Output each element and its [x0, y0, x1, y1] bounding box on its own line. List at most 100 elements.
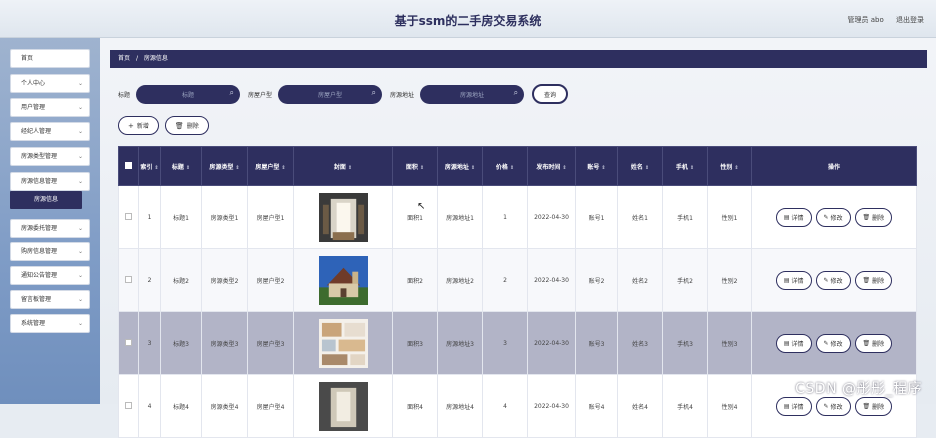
- sort-icon[interactable]: ⇕: [471, 165, 475, 171]
- cell-gender: 性别4: [707, 374, 752, 438]
- detail-button[interactable]: ▤ 详情: [775, 396, 812, 416]
- sort-icon[interactable]: ⇕: [348, 165, 352, 171]
- house-cover-image[interactable]: [318, 255, 368, 305]
- cell-title: 标题2: [160, 248, 202, 312]
- sidebar-item[interactable]: 个人中心 ⌄: [10, 74, 90, 93]
- address-label: 房源地址: [390, 91, 415, 99]
- delete-button[interactable]: 🗑 删除: [854, 333, 893, 353]
- row-checkbox[interactable]: [125, 275, 132, 283]
- sidebar-item[interactable]: 首页: [10, 49, 90, 68]
- sidebar-item[interactable]: 通知公告管理 ⌄: [10, 266, 90, 285]
- row-select-cell[interactable]: [118, 311, 139, 375]
- sidebar-item[interactable]: 购房信息管理 ⌄: [10, 242, 90, 261]
- column-header-label: 面积: [405, 163, 418, 171]
- chevron-down-icon: ⌄: [77, 128, 83, 135]
- column-header[interactable]: 发布时间 ⇕: [527, 146, 576, 186]
- column-header[interactable]: 性别 ⇕: [707, 146, 752, 186]
- select-all-checkbox[interactable]: [125, 161, 132, 169]
- cell-phone: 手机2: [662, 248, 708, 312]
- column-header[interactable]: 姓名 ⇕: [617, 146, 663, 186]
- cell-address: 房源地址1: [437, 185, 483, 249]
- table-row[interactable]: 2 标题2 房源类型2 房屋户型2 面积2 房源地址2 2 2022-04-30 账号2 姓名2 手…: [118, 248, 917, 312]
- title-placeholder: 标题: [182, 91, 195, 99]
- table-row[interactable]: 3 标题3 房源类型3 房屋户型3 面积3 房源地址3 3 2022-04-30 账号3 姓名3 手…: [118, 311, 917, 375]
- edit-button[interactable]: ✎ 修改: [815, 396, 851, 416]
- cell-account: 账号2: [575, 248, 618, 312]
- column-header[interactable]: 账号 ⇕: [575, 146, 618, 186]
- sidebar-item-label: 房源委托管理: [21, 225, 58, 232]
- batch-delete-button[interactable]: 🗑 删除: [164, 116, 209, 135]
- column-header[interactable]: 索引 ⇕: [138, 146, 161, 186]
- add-button[interactable]: + 新增: [118, 116, 159, 135]
- title-search-input[interactable]: 标题 ⌕: [136, 84, 241, 104]
- sidebar-item-label: 房源信息管理: [21, 178, 58, 185]
- layout-search-input[interactable]: 房屋户型 ⌕: [278, 84, 383, 104]
- column-header-label: 索引: [140, 163, 153, 171]
- layout-placeholder: 房屋户型: [318, 91, 343, 99]
- breadcrumb-home[interactable]: 首页: [118, 55, 130, 62]
- row-select-cell[interactable]: [118, 248, 139, 312]
- row-checkbox[interactable]: [125, 401, 132, 409]
- delete-button[interactable]: 🗑 删除: [854, 396, 893, 416]
- column-header[interactable]: 手机 ⇕: [662, 146, 708, 186]
- column-header[interactable]: 房屋户型 ⇕: [247, 146, 294, 186]
- column-header[interactable]: 标题 ⇕: [160, 146, 202, 186]
- logout-link[interactable]: 退出登录: [896, 16, 924, 24]
- edit-button[interactable]: ✎ 修改: [815, 270, 851, 290]
- address-search-input[interactable]: 房源地址 ⌕: [420, 84, 525, 104]
- cover-cell: [293, 248, 393, 312]
- column-header-label: 房源地址: [444, 163, 469, 171]
- house-cover-image[interactable]: [318, 318, 368, 368]
- sort-icon[interactable]: ⇕: [601, 165, 605, 171]
- cell-layout: 房屋户型4: [247, 374, 294, 438]
- row-select-cell[interactable]: [118, 374, 139, 438]
- sort-icon[interactable]: ⇕: [154, 165, 158, 171]
- sidebar-item[interactable]: 用户管理 ⌄: [10, 98, 90, 117]
- edit-button[interactable]: ✎ 修改: [815, 207, 851, 227]
- column-header[interactable]: 房源地址 ⇕: [437, 146, 483, 186]
- detail-button[interactable]: ▤ 详情: [775, 333, 812, 353]
- edit-button[interactable]: ✎ 修改: [815, 333, 851, 353]
- query-button[interactable]: 查询: [532, 84, 569, 104]
- cell-title: 标题1: [160, 185, 202, 249]
- search-icon: ⌕: [371, 87, 377, 97]
- cell-title: 标题4: [160, 374, 202, 438]
- delete-button[interactable]: 🗑 删除: [854, 207, 893, 227]
- column-header[interactable]: 房源类型 ⇕: [201, 146, 248, 186]
- select-all-header[interactable]: [118, 146, 139, 186]
- sidebar-item-label: 经纪人管理: [21, 128, 52, 135]
- sort-icon[interactable]: ⇕: [645, 165, 649, 171]
- sort-icon[interactable]: ⇕: [281, 165, 285, 171]
- sort-icon[interactable]: ⇕: [690, 165, 694, 171]
- table-row[interactable]: 1 标题1 房源类型1 房屋户型1 面积1 房源地址1 1 2022-04-30 账号1 姓名1 手…: [118, 185, 917, 249]
- column-header-label: 姓名: [630, 163, 643, 171]
- sidebar-item[interactable]: 系统管理 ⌄: [10, 314, 90, 333]
- column-header[interactable]: 面积 ⇕: [392, 146, 438, 186]
- column-header[interactable]: 价格 ⇕: [482, 146, 528, 186]
- cell-type: 房源类型1: [201, 185, 248, 249]
- house-cover-image[interactable]: [318, 192, 368, 242]
- sidebar-item[interactable]: 经纪人管理 ⌄: [10, 122, 90, 141]
- detail-button[interactable]: ▤ 详情: [775, 270, 812, 290]
- sort-icon[interactable]: ⇕: [420, 165, 424, 171]
- sidebar-subitem-house-info[interactable]: 房源信息: [10, 191, 82, 209]
- house-cover-image[interactable]: [318, 381, 368, 431]
- row-select-cell[interactable]: [118, 185, 139, 249]
- delete-button[interactable]: 🗑 删除: [854, 270, 893, 290]
- detail-button[interactable]: ▤ 详情: [775, 207, 812, 227]
- trash-icon: 🗑: [862, 213, 871, 221]
- sidebar-item[interactable]: 留言板管理 ⌄: [10, 290, 90, 309]
- delete-label: 删除: [872, 340, 885, 348]
- sort-icon[interactable]: ⇕: [186, 165, 190, 171]
- sort-icon[interactable]: ⇕: [562, 165, 566, 171]
- sort-icon[interactable]: ⇕: [734, 165, 738, 171]
- column-header-label: 房屋户型: [255, 163, 280, 171]
- sidebar-item[interactable]: 房源类型管理 ⌄: [10, 147, 90, 166]
- sort-icon[interactable]: ⇕: [235, 165, 239, 171]
- row-checkbox[interactable]: [125, 338, 132, 346]
- sidebar-item[interactable]: 房源委托管理 ⌄: [10, 219, 90, 238]
- sort-icon[interactable]: ⇕: [510, 165, 514, 171]
- row-checkbox[interactable]: [125, 212, 132, 220]
- column-header[interactable]: 封面 ⇕: [293, 146, 393, 186]
- sidebar-item[interactable]: 房源信息管理 ⌄: [10, 172, 90, 191]
